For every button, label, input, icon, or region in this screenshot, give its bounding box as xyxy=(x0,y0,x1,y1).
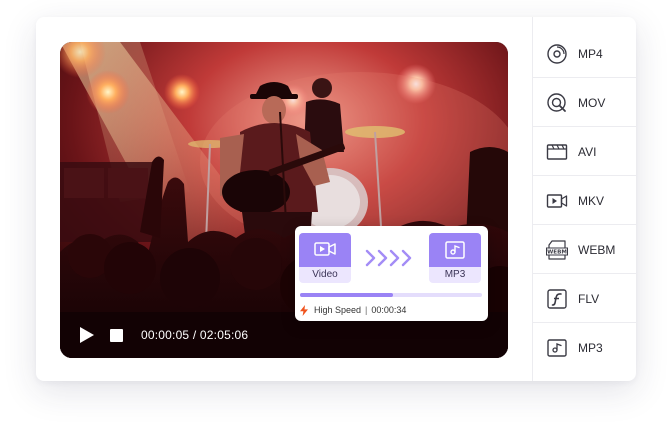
format-item-flv[interactable]: FLV xyxy=(533,274,636,323)
conversion-progress-fill xyxy=(300,293,393,297)
format-name: FLV xyxy=(578,291,600,306)
format-item-webm[interactable]: WEBM WEBM xyxy=(533,225,636,274)
format-item-mp4[interactable]: MP4 xyxy=(533,29,636,78)
converter-card: 00:00:05 / 02:05:06 Video MP3 High Speed… xyxy=(36,17,636,381)
music-image-icon xyxy=(445,241,465,259)
speed-status: High Speed | 00:00:34 xyxy=(300,303,406,317)
format-name: MP4 xyxy=(578,46,603,61)
source-format-label: Video xyxy=(312,269,338,280)
format-name: MKV xyxy=(578,193,605,208)
disc-icon xyxy=(547,43,567,64)
video-camera-icon xyxy=(546,193,568,208)
format-name: WEBM xyxy=(578,242,616,257)
stop-icon[interactable] xyxy=(110,328,123,342)
speed-separator: | xyxy=(365,305,368,315)
format-name: MOV xyxy=(578,95,606,110)
format-item-avi[interactable]: AVI xyxy=(533,127,636,176)
clapperboard-icon xyxy=(546,143,568,160)
format-list: MP4 MOV AVI MKV WEBM WEBM FLV MP3 xyxy=(532,17,636,381)
target-format-label: MP3 xyxy=(444,269,466,280)
play-icon[interactable] xyxy=(80,327,94,343)
playback-controls: 00:00:05 / 02:05:06 xyxy=(80,325,248,345)
conversion-progress-bar xyxy=(300,293,482,297)
quicktime-icon xyxy=(547,92,566,112)
format-name: MP3 xyxy=(578,340,603,355)
video-file-icon xyxy=(314,242,336,256)
elapsed-time: 00:00:34 xyxy=(371,305,407,315)
music-image-icon xyxy=(547,338,567,357)
format-item-mov[interactable]: MOV xyxy=(533,78,636,127)
conversion-panel: Video MP3 High Speed | 00:00:34 xyxy=(295,226,488,321)
format-item-mkv[interactable]: MKV xyxy=(533,176,636,225)
lightning-bolt-icon xyxy=(300,304,308,316)
format-item-mp3[interactable]: MP3 xyxy=(533,323,636,372)
svg-text:WEBM: WEBM xyxy=(547,249,567,255)
speed-label: High Speed xyxy=(314,305,362,315)
webm-icon: WEBM xyxy=(546,239,568,260)
format-name: AVI xyxy=(578,144,597,159)
chevrons-right-icon xyxy=(365,249,412,267)
source-format-tile: Video xyxy=(299,233,351,283)
target-format-tile: MP3 xyxy=(429,233,481,283)
timecode: 00:00:05 / 02:05:06 xyxy=(141,328,249,342)
flash-icon xyxy=(547,288,567,309)
video-player[interactable]: 00:00:05 / 02:05:06 Video MP3 High Speed… xyxy=(60,42,508,358)
